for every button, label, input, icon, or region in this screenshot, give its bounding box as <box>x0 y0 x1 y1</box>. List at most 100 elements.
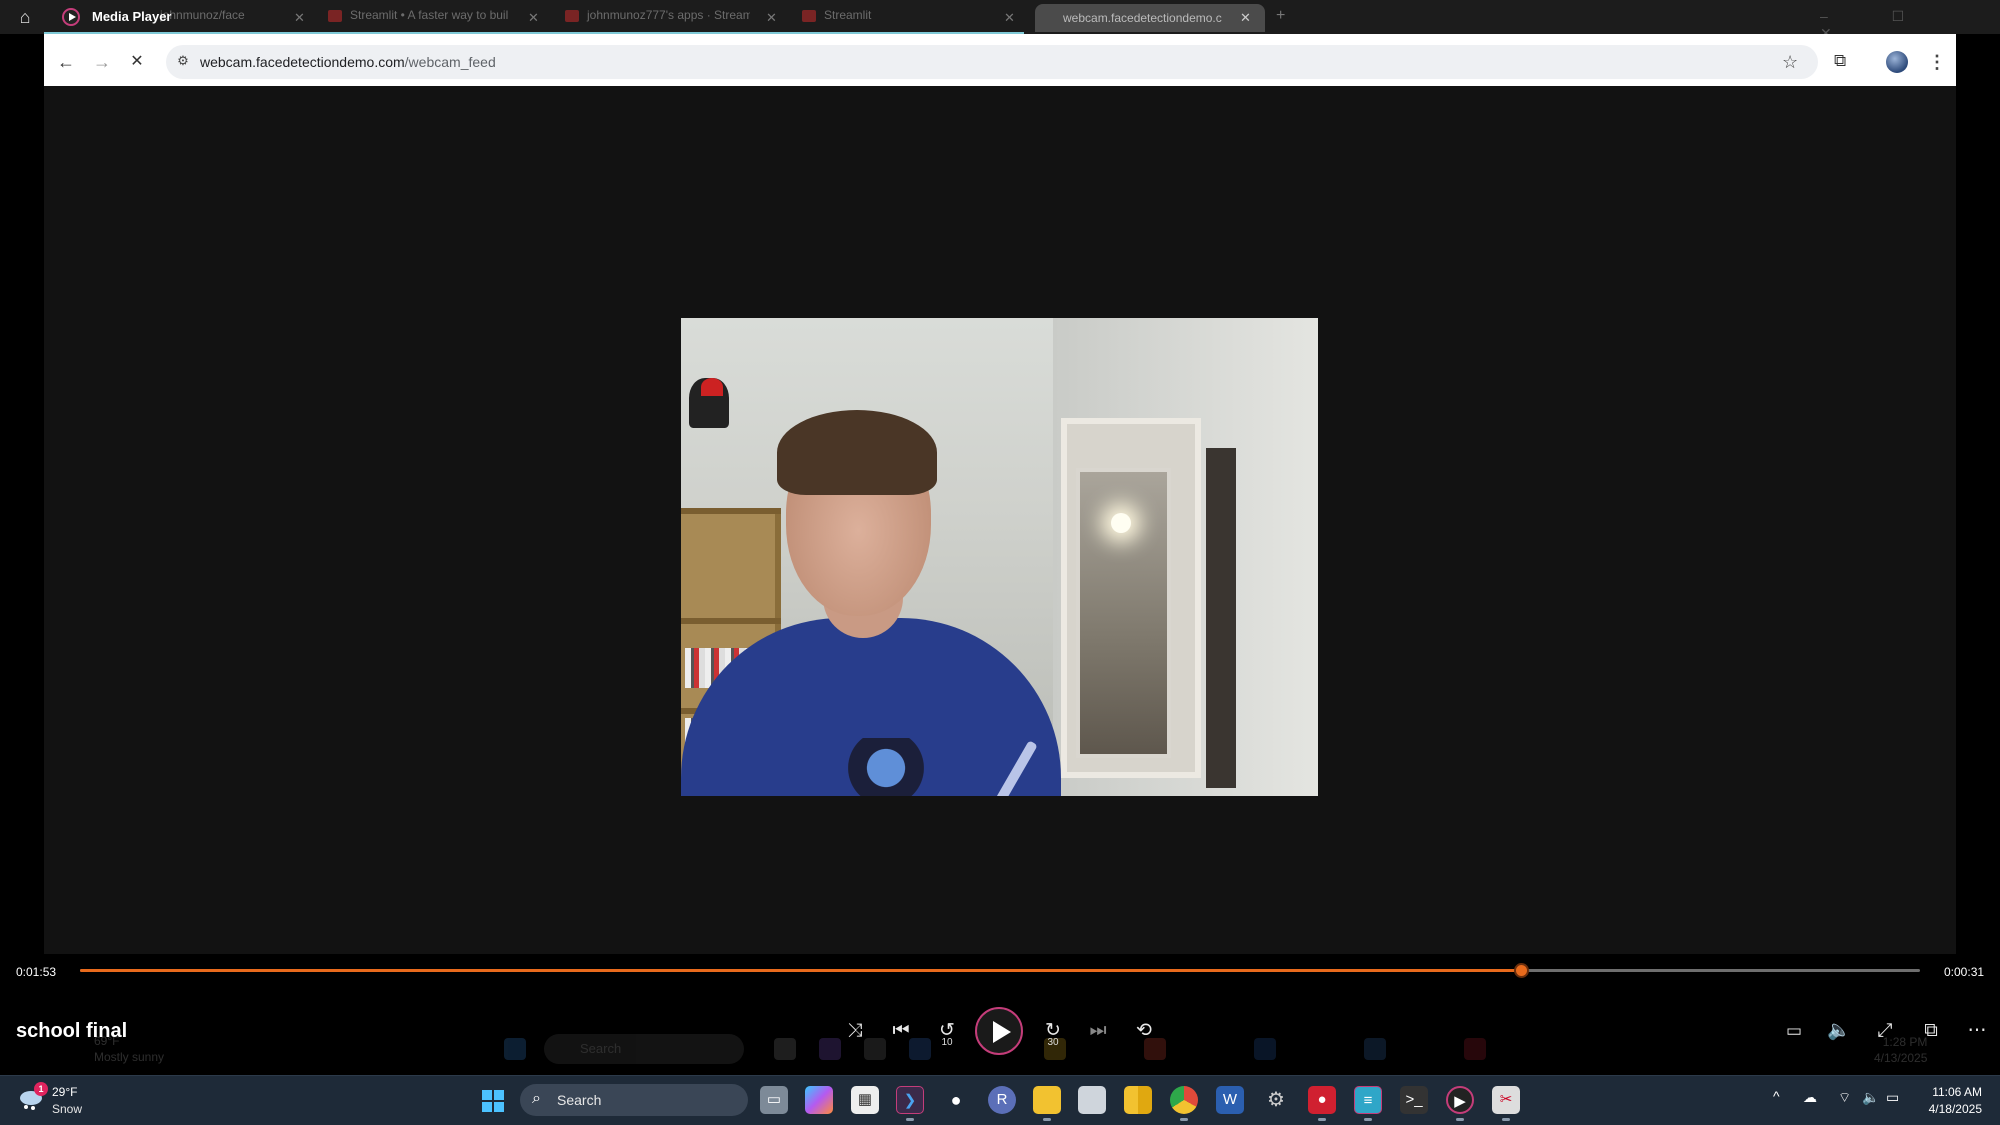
close-icon: ✕ <box>766 10 777 25</box>
volume-icon[interactable]: 🔈 <box>1826 1018 1852 1044</box>
weather-badge: 1 <box>34 1082 48 1096</box>
play-button[interactable] <box>975 1007 1023 1055</box>
vscode-icon[interactable]: ❯ <box>896 1086 924 1114</box>
new-tab-icon: + <box>1276 7 1286 24</box>
recorded-tab-1: johnmunoz/face <box>160 8 290 28</box>
time-current: 0:01:53 <box>16 965 57 979</box>
recorded-tab-label: johnmunoz777's apps · Stream <box>587 8 750 22</box>
mirror <box>1076 468 1171 758</box>
streamlit-icon <box>802 9 816 22</box>
recorder-icon <box>1464 1038 1486 1060</box>
person-hair <box>777 410 937 495</box>
task-view-icon[interactable]: ▭ <box>760 1086 788 1114</box>
home-icon[interactable]: ⌂ <box>14 6 36 28</box>
chrome-icon[interactable] <box>1170 1086 1198 1114</box>
speaker-icon[interactable]: 🔈 <box>1862 1089 1879 1106</box>
mini-player-icon[interactable]: ⧉ <box>1918 1018 1944 1044</box>
seek-progress <box>80 969 1521 972</box>
photos-icon[interactable] <box>1078 1086 1106 1114</box>
onedrive-icon[interactable]: ☁ <box>1803 1089 1817 1106</box>
more-options-icon[interactable]: ⋯ <box>1964 1018 1990 1044</box>
settings-icon <box>1364 1038 1386 1060</box>
fullscreen-icon[interactable]: ⤢ <box>1872 1018 1898 1044</box>
close-icon: ✕ <box>1004 10 1015 25</box>
running-indicator <box>1043 1118 1051 1121</box>
recorded-tab-active: webcam.facedetectiondemo.c <box>1035 4 1265 32</box>
shelf <box>681 618 781 624</box>
wifi-icon[interactable]: ⌔ <box>1838 1089 1851 1107</box>
word-icon <box>1254 1038 1276 1060</box>
running-indicator <box>1364 1118 1372 1121</box>
alien-app-icon[interactable]: ● <box>942 1086 970 1114</box>
url-path: /webcam_feed <box>404 54 496 70</box>
recorded-tab-2: Streamlit • A faster way to buil <box>328 8 513 28</box>
url-text: webcam.facedetectiondemo.com/webcam_feed <box>200 54 496 70</box>
recorded-tab-4: Streamlit <box>802 8 992 28</box>
seek-thumb[interactable] <box>1513 963 1529 978</box>
start-button[interactable] <box>482 1090 504 1112</box>
media-title: school final <box>16 1020 128 1042</box>
back-icon: ← <box>57 52 75 72</box>
copilot-icon[interactable] <box>805 1086 833 1114</box>
play-icon <box>993 1021 1011 1043</box>
screen-recorder-icon[interactable]: ● <box>1308 1086 1336 1114</box>
power-bi-icon[interactable] <box>1124 1086 1152 1114</box>
tray-overflow-chevron-icon[interactable]: ^ <box>1773 1088 1780 1104</box>
close-icon: ✕ <box>1240 10 1251 25</box>
weather-condition[interactable]: Snow <box>52 1102 82 1116</box>
recorded-search: Search <box>544 1034 744 1064</box>
weather-temp[interactable]: 29°F <box>52 1085 77 1099</box>
captions-icon[interactable]: ▭ <box>1781 1018 1807 1044</box>
battery-icon[interactable]: ▭ <box>1886 1089 1899 1106</box>
lamp-light <box>1111 513 1131 533</box>
browser-menu-icon: ⋮ <box>1928 52 1946 72</box>
recorded-weather-cond: Mostly sunny <box>94 1050 165 1064</box>
close-icon: ✕ <box>294 10 305 25</box>
previous-icon[interactable]: ⏮ <box>888 1018 914 1044</box>
seek-bar[interactable] <box>80 963 1920 978</box>
recorded-tab-label: Streamlit • A faster way to buil <box>350 8 509 22</box>
doorway <box>1206 448 1236 788</box>
taskbar-search[interactable] <box>520 1084 748 1116</box>
terminal-icon[interactable]: >_ <box>1400 1086 1428 1114</box>
r-app-icon[interactable]: R <box>988 1086 1016 1114</box>
forward-30-icon[interactable]: ↻ 30 <box>1040 1018 1066 1048</box>
recorded-tab-label: johnmunoz/face <box>160 8 245 22</box>
windows-icon <box>504 1038 526 1060</box>
notepad-icon[interactable]: ≡ <box>1354 1086 1382 1114</box>
forward-icon: → <box>93 52 111 72</box>
running-indicator <box>1180 1118 1188 1121</box>
running-indicator <box>906 1118 914 1121</box>
recorded-tab-3: johnmunoz777's apps · Stream <box>565 8 750 28</box>
letterbox-right <box>1956 34 2000 954</box>
close-icon: ✕ <box>528 10 539 25</box>
file-explorer-icon[interactable] <box>1033 1086 1061 1114</box>
shuffle-icon[interactable]: ⤨ <box>842 1018 868 1044</box>
repeat-off-icon[interactable]: ⟲ <box>1131 1018 1157 1044</box>
running-indicator <box>1318 1118 1326 1121</box>
clock-time[interactable]: 11:06 AM <box>1926 1085 1982 1099</box>
store-icon[interactable]: ▦ <box>851 1086 879 1114</box>
settings-icon[interactable]: ⚙ <box>1262 1086 1290 1114</box>
media-player-icon[interactable]: ▶ <box>1446 1086 1474 1114</box>
recorded-tab-label: Streamlit <box>824 8 872 22</box>
letterbox-left <box>0 34 44 954</box>
stop-loading-icon: ✕ <box>130 53 144 70</box>
media-player-logo-icon <box>62 8 80 26</box>
recorded-date: 4/13/2025 <box>1874 1051 1928 1065</box>
snipping-tool-icon[interactable]: ✂ <box>1492 1086 1520 1114</box>
profile-avatar <box>1886 51 1908 73</box>
webcam-feed-image <box>681 318 1318 796</box>
clock-date[interactable]: 4/18/2025 <box>1916 1102 1982 1116</box>
url-host: webcam.facedetectiondemo.com <box>200 54 405 70</box>
task-view-icon <box>774 1038 796 1060</box>
site-info-icon: ⚙ <box>177 53 189 68</box>
next-icon[interactable]: ⏭ <box>1085 1018 1111 1044</box>
taskbar-search-placeholder: Search <box>557 1092 602 1108</box>
rewind-10-icon[interactable]: ↺ 10 <box>934 1018 960 1048</box>
figurine-hat <box>701 378 723 396</box>
shirt-graphic <box>831 738 941 796</box>
word-icon[interactable]: W <box>1216 1086 1244 1114</box>
bookmark-star-icon: ☆ <box>1782 52 1799 72</box>
shelf <box>681 508 781 514</box>
